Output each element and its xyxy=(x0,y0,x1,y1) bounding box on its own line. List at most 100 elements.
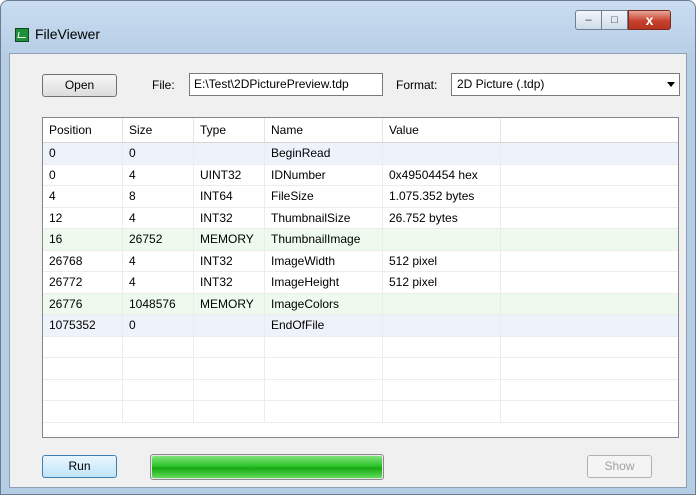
table-cell-value xyxy=(383,143,501,164)
table-cell-size: 4 xyxy=(123,250,194,271)
table-cell-filler xyxy=(501,143,678,164)
table-row[interactable] xyxy=(43,358,678,380)
close-button[interactable]: x xyxy=(628,10,671,30)
table-cell-position: 26776 xyxy=(43,293,123,314)
table-cell-filler xyxy=(501,380,678,401)
column-header-filler xyxy=(501,118,678,142)
table-cell-name: ThumbnailSize xyxy=(265,207,383,228)
progress-bar xyxy=(150,454,384,480)
table-cell-type: INT32 xyxy=(194,207,265,228)
format-dropdown-value: 2D Picture (.tdp) xyxy=(457,77,545,91)
table-cell-name: FileSize xyxy=(265,186,383,207)
client-area: Open File: E:\Test\2DPicturePreview.tdp … xyxy=(9,53,687,488)
table-cell-value: 26.752 bytes xyxy=(383,207,501,228)
table-cell-size: 4 xyxy=(123,164,194,185)
table-cell-position: 16 xyxy=(43,229,123,250)
table-row[interactable]: 26768 4 INT32 ImageWidth 512 pixel xyxy=(43,250,678,272)
progress-fill xyxy=(152,456,382,478)
table-cell-size: 4 xyxy=(123,207,194,228)
table-cell-type: INT32 xyxy=(194,250,265,271)
table-cell-value: 1.075.352 bytes xyxy=(383,186,501,207)
table-cell-position xyxy=(43,401,123,422)
table-cell-type: MEMORY xyxy=(194,293,265,314)
table-cell-size: 0 xyxy=(123,143,194,164)
format-dropdown[interactable]: 2D Picture (.tdp) xyxy=(451,73,680,96)
table-row[interactable]: 26772 4 INT32 ImageHeight 512 pixel xyxy=(43,272,678,294)
table-header: Position Size Type Name Value xyxy=(43,118,678,143)
table-row[interactable]: 1075352 0 EndOfFile xyxy=(43,315,678,337)
maximize-button[interactable]: □ xyxy=(602,10,628,30)
fields-table[interactable]: Position Size Type Name Value 0 0 BeginRea… xyxy=(42,117,679,438)
table-cell-filler xyxy=(501,229,678,250)
table-cell-name xyxy=(265,401,383,422)
table-cell-type xyxy=(194,143,265,164)
table-cell-filler xyxy=(501,401,678,422)
table-cell-name xyxy=(265,358,383,379)
table-cell-type xyxy=(194,401,265,422)
column-header-value[interactable]: Value xyxy=(383,118,501,142)
table-cell-value xyxy=(383,315,501,336)
table-row[interactable] xyxy=(43,336,678,358)
table-row[interactable]: 0 0 BeginRead xyxy=(43,143,678,165)
column-header-name[interactable]: Name xyxy=(265,118,383,142)
table-row[interactable]: 12 4 INT32 ThumbnailSize 26.752 bytes xyxy=(43,207,678,229)
table-cell-position: 0 xyxy=(43,143,123,164)
table-cell-name: ImageHeight xyxy=(265,272,383,293)
table-cell-filler xyxy=(501,165,678,186)
table-cell-position: 26768 xyxy=(43,250,123,271)
table-body: 0 0 BeginRead 0 4 UINT32 IDNumber 0x49504454 he… xyxy=(43,143,678,423)
table-cell-size: 0 xyxy=(123,315,194,336)
table-cell-filler xyxy=(501,337,678,358)
chevron-down-icon[interactable] xyxy=(667,82,675,87)
table-row[interactable] xyxy=(43,401,678,423)
table-cell-filler xyxy=(501,358,678,379)
table-cell-type: MEMORY xyxy=(194,229,265,250)
window-title: FileViewer xyxy=(35,26,101,42)
table-cell-position: 26772 xyxy=(43,272,123,293)
column-header-position[interactable]: Position xyxy=(43,118,123,142)
table-cell-value: 512 pixel xyxy=(383,250,501,271)
table-cell-size: 4 xyxy=(123,272,194,293)
title-bar[interactable]: FileViewer – □ x xyxy=(1,1,695,53)
table-cell-size xyxy=(123,336,194,357)
table-cell-size: 1048576 xyxy=(123,293,194,314)
table-cell-name: ImageWidth xyxy=(265,250,383,271)
app-window: FileViewer – □ x Open File: E:\Test\2DPi… xyxy=(0,0,696,495)
table-cell-name xyxy=(265,336,383,357)
table-cell-position: 0 xyxy=(43,164,123,185)
table-cell-position: 12 xyxy=(43,207,123,228)
table-cell-position: 4 xyxy=(43,186,123,207)
table-cell-name: ImageColors xyxy=(265,293,383,314)
table-cell-value xyxy=(383,336,501,357)
table-row[interactable]: 26776 1048576 MEMORY ImageColors xyxy=(43,293,678,315)
table-cell-name: ThumbnailImage xyxy=(265,229,383,250)
table-cell-value: 0x49504454 hex xyxy=(383,164,501,185)
table-cell-name xyxy=(265,379,383,400)
table-cell-filler xyxy=(501,251,678,272)
table-cell-name: IDNumber xyxy=(265,164,383,185)
show-button[interactable]: Show xyxy=(587,455,652,478)
run-button[interactable]: Run xyxy=(42,455,117,478)
table-cell-size xyxy=(123,358,194,379)
table-cell-position xyxy=(43,336,123,357)
table-row[interactable]: 0 4 UINT32 IDNumber 0x49504454 hex xyxy=(43,164,678,186)
table-row[interactable]: 16 26752 MEMORY ThumbnailImage xyxy=(43,229,678,251)
column-header-type[interactable]: Type xyxy=(194,118,265,142)
open-button[interactable]: Open xyxy=(42,74,117,97)
file-label: File: xyxy=(152,78,175,92)
file-path-field[interactable]: E:\Test\2DPicturePreview.tdp xyxy=(189,73,383,96)
table-cell-value xyxy=(383,401,501,422)
column-header-size[interactable]: Size xyxy=(123,118,194,142)
table-row[interactable] xyxy=(43,379,678,401)
format-label: Format: xyxy=(396,78,438,92)
table-cell-filler xyxy=(501,294,678,315)
table-cell-size: 26752 xyxy=(123,229,194,250)
table-cell-type: INT32 xyxy=(194,272,265,293)
table-row[interactable]: 4 8 INT64 FileSize 1.075.352 bytes xyxy=(43,186,678,208)
minimize-button[interactable]: – xyxy=(575,10,602,30)
table-cell-position: 1075352 xyxy=(43,315,123,336)
table-cell-size xyxy=(123,401,194,422)
table-cell-position xyxy=(43,379,123,400)
table-cell-name: BeginRead xyxy=(265,143,383,164)
table-cell-type xyxy=(194,336,265,357)
